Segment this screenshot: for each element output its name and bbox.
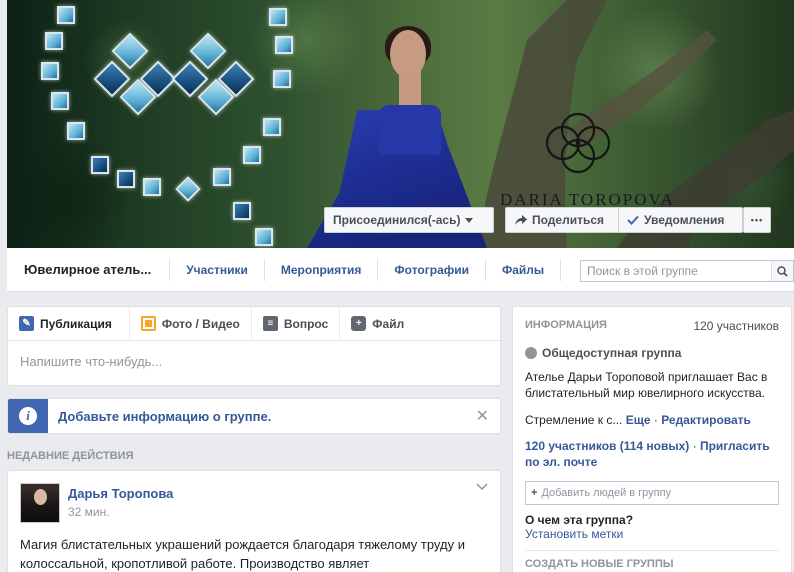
plus-icon: +	[531, 487, 538, 499]
composer-tab-question[interactable]: ≡ Вопрос	[262, 306, 341, 341]
members-link[interactable]: 120 участников (114 новых)	[525, 439, 689, 453]
edit-link[interactable]: Редактировать	[661, 413, 751, 427]
jewel-ornament	[91, 156, 109, 174]
separator-dot: ·	[689, 439, 700, 453]
post-text: Магия блистательных украшений рождается …	[20, 537, 465, 571]
more-link[interactable]: Еще	[626, 413, 651, 427]
info-title: ИНФОРМАЦИЯ	[525, 319, 607, 331]
jewel-ornament	[143, 178, 161, 196]
add-info-link[interactable]: Добавьте информацию о группе.	[48, 409, 476, 424]
share-arrow-icon	[515, 214, 527, 225]
separator-dot: ·	[650, 413, 662, 427]
jewel-ornament	[67, 122, 85, 140]
aspiration-row: Стремление к с... Еще · Редактировать	[525, 413, 779, 427]
group-info-panel: ИНФОРМАЦИЯ 120 участников Общедоступная …	[512, 306, 792, 572]
model-face	[390, 30, 426, 78]
close-icon[interactable]: ✕	[476, 406, 500, 426]
privacy-label: Общедоступная группа	[542, 346, 682, 360]
photo-icon	[140, 316, 156, 331]
jewel-ornament	[263, 118, 281, 136]
composer-tabs: ✎ Публикация Фото / Видео ≡ Вопрос + Фай…	[8, 306, 500, 341]
about-question: О чем эта группа?	[525, 513, 634, 527]
nav-tab-files[interactable]: Файлы	[486, 258, 562, 281]
add-people-placeholder: Добавить людей в группу	[541, 487, 672, 499]
composer-tab-label: Публикация	[40, 316, 112, 331]
plus-icon: +	[351, 316, 367, 331]
jewel-ornament	[233, 202, 251, 220]
jewel-ornament	[255, 228, 273, 246]
notifications-button[interactable]: Уведомления	[619, 207, 743, 233]
jewel-ornament	[41, 62, 59, 80]
group-privacy: Общедоступная группа	[525, 346, 779, 360]
set-tags-link[interactable]: Установить метки	[525, 527, 779, 541]
info-block: i	[8, 399, 48, 433]
divider	[525, 550, 779, 551]
nav-tab-events[interactable]: Мероприятия	[265, 258, 379, 281]
author-avatar[interactable]	[20, 483, 60, 523]
joined-button[interactable]: Присоединился(-ась)	[324, 207, 494, 233]
feed-post: Дарья Торопова 32 мин. Магия блистательн…	[7, 470, 501, 572]
jewel-ornament	[243, 146, 261, 164]
globe-icon	[525, 347, 537, 359]
composer-tab-label: Вопрос	[283, 316, 329, 331]
composer-input[interactable]: Напишите что-нибудь...	[8, 341, 500, 369]
post-timestamp[interactable]: 32 мин.	[68, 505, 110, 519]
pencil-icon: ✎	[19, 316, 34, 331]
nav-tab-photos[interactable]: Фотографии	[378, 258, 486, 281]
composer-tab-post[interactable]: ✎ Публикация	[19, 306, 130, 341]
jewel-ornament	[275, 36, 293, 54]
more-options-button[interactable]: •••	[743, 207, 771, 233]
jewel-ornament	[51, 92, 69, 110]
search-icon	[777, 265, 788, 277]
group-search	[580, 260, 794, 282]
add-info-banner[interactable]: i Добавьте информацию о группе. ✕	[7, 398, 501, 434]
composer-tab-file[interactable]: + Файл	[351, 307, 415, 341]
members-row: 120 участников (114 новых) · Пригласить …	[525, 438, 779, 470]
joined-label: Присоединился(-ась)	[333, 213, 461, 227]
group-name-link[interactable]: Ювелирное атель...	[7, 258, 171, 281]
jewel-ornament	[57, 6, 75, 24]
post-composer: ✎ Публикация Фото / Видео ≡ Вопрос + Фай…	[7, 306, 501, 386]
group-nav-bar: Ювелирное атель... Участники Мероприятия…	[7, 248, 794, 292]
share-button[interactable]: Поделиться	[505, 207, 619, 233]
info-icon: i	[19, 407, 37, 425]
jewel-ornament	[273, 70, 291, 88]
composer-tab-label: Файл	[372, 316, 405, 331]
group-search-input[interactable]	[581, 261, 771, 281]
jewel-ornament	[117, 170, 135, 188]
brand-logo-mark	[545, 112, 611, 174]
model-bodice	[379, 105, 441, 155]
poll-icon: ≡	[262, 316, 278, 331]
add-people-input[interactable]: + Добавить людей в группу	[525, 481, 779, 505]
jewel-ornament	[269, 8, 287, 26]
info-header: ИНФОРМАЦИЯ 120 участников	[525, 307, 779, 333]
share-label: Поделиться	[532, 213, 605, 227]
composer-tab-photo-video[interactable]: Фото / Видео	[140, 306, 252, 341]
composer-tab-label: Фото / Видео	[161, 316, 240, 331]
chevron-down-icon	[465, 217, 474, 223]
notifications-label: Уведомления	[644, 213, 725, 227]
group-description: Ателье Дарьи Тороповой приглашает Вас в …	[525, 370, 768, 400]
search-button[interactable]	[771, 261, 793, 281]
recent-activity-heading: НЕДАВНИЕ ДЕЙСТВИЯ	[7, 450, 134, 462]
aspiration-text: Стремление к с...	[525, 413, 623, 427]
create-groups-heading: СОЗДАТЬ НОВЫЕ ГРУППЫ	[525, 558, 674, 570]
jewel-ornament	[45, 32, 63, 50]
member-count[interactable]: 120 участников	[693, 319, 779, 333]
nav-tab-members[interactable]: Участники	[170, 258, 265, 281]
more-dots-icon: •••	[750, 215, 764, 225]
jewel-ornament	[213, 168, 231, 186]
chevron-down-icon[interactable]	[476, 483, 488, 491]
checkmark-icon	[627, 215, 639, 225]
post-author[interactable]: Дарья Торопова	[68, 486, 173, 501]
